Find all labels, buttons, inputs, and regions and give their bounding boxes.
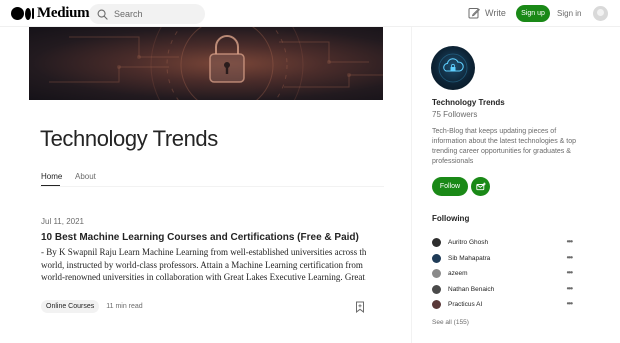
write-button[interactable]: Write	[468, 7, 506, 19]
publication-banner	[29, 27, 383, 100]
active-tab-indicator	[41, 185, 60, 186]
top-nav: Medium Write Sign up Sign in	[0, 0, 620, 27]
medium-logo[interactable]: Medium	[11, 5, 90, 22]
following-name: azeem	[448, 270, 468, 278]
more-options-icon[interactable]: •••	[567, 269, 573, 277]
column-divider	[411, 27, 412, 343]
user-avatar-icon[interactable]	[593, 6, 608, 21]
post-excerpt-line: world, instructed by world-class profess…	[41, 259, 363, 270]
post-title[interactable]: 10 Best Machine Learning Courses and Cer…	[41, 232, 359, 243]
tab-about[interactable]: About	[75, 172, 96, 181]
followers-count[interactable]: 75 Followers	[432, 110, 477, 119]
avatar	[432, 238, 441, 248]
post-meta: Online Courses 11 min read	[41, 300, 143, 313]
following-item[interactable]: Sib Mahapatra •••	[432, 251, 578, 267]
read-time: 11 min read	[106, 303, 143, 310]
bookmark-icon[interactable]	[355, 301, 365, 313]
medium-logo-icon	[11, 7, 34, 20]
sidebar-publication-name[interactable]: Technology Trends	[432, 98, 505, 107]
post-date: Jul 11, 2021	[41, 217, 84, 226]
post-excerpt[interactable]: - By K Swapnil Raju Learn Machine Learni…	[41, 246, 366, 284]
more-options-icon[interactable]: •••	[567, 253, 573, 261]
following-heading: Following	[432, 214, 470, 223]
publication-tabs: Home About	[40, 168, 384, 187]
search-bar[interactable]	[89, 4, 205, 24]
sign-in-link[interactable]: Sign in	[557, 9, 581, 18]
following-name: Auritro Ghosh	[448, 239, 489, 247]
follow-button[interactable]: Follow	[432, 177, 468, 196]
more-options-icon[interactable]: •••	[567, 284, 573, 292]
following-item[interactable]: Nathan Benaich •••	[432, 282, 578, 298]
tab-home[interactable]: Home	[41, 172, 62, 181]
following-list: Auritro Ghosh ••• Sib Mahapatra ••• azee…	[432, 235, 578, 313]
following-name: Nathan Benaich	[448, 285, 495, 293]
write-label: Write	[485, 8, 506, 18]
following-item[interactable]: Practicus AI •••	[432, 297, 578, 313]
avatar	[432, 284, 441, 294]
publication-title: Technology Trends	[40, 126, 218, 151]
search-input[interactable]	[114, 9, 194, 19]
subscribe-email-button[interactable]	[471, 177, 490, 196]
following-item[interactable]: azeem •••	[432, 266, 578, 282]
avatar	[432, 253, 441, 263]
following-name: Sib Mahapatra	[448, 254, 491, 262]
cloud-lock-icon	[438, 53, 468, 83]
post-excerpt-line: world-renowned universities in collabora…	[41, 272, 366, 283]
following-name: Practicus AI	[448, 301, 483, 309]
padlock-banner-graphic	[49, 27, 383, 100]
write-icon	[468, 8, 480, 19]
avatar	[432, 300, 441, 310]
sign-up-button[interactable]: Sign up	[516, 5, 550, 22]
mail-plus-icon	[475, 182, 486, 190]
search-icon	[97, 9, 108, 20]
post-tag[interactable]: Online Courses	[41, 300, 100, 313]
more-options-icon[interactable]: •••	[567, 238, 573, 246]
publication-avatar[interactable]	[431, 46, 475, 90]
following-item[interactable]: Auritro Ghosh •••	[432, 235, 578, 251]
post-excerpt-line: - By K Swapnil Raju Learn Machine Learni…	[41, 247, 366, 257]
see-all-following-link[interactable]: See all (155)	[432, 319, 469, 326]
publication-description: Tech-Blog that keeps updating pieces of …	[432, 128, 576, 165]
avatar	[432, 269, 441, 279]
brand-name: Medium	[37, 5, 90, 21]
more-options-icon[interactable]: •••	[567, 300, 573, 308]
